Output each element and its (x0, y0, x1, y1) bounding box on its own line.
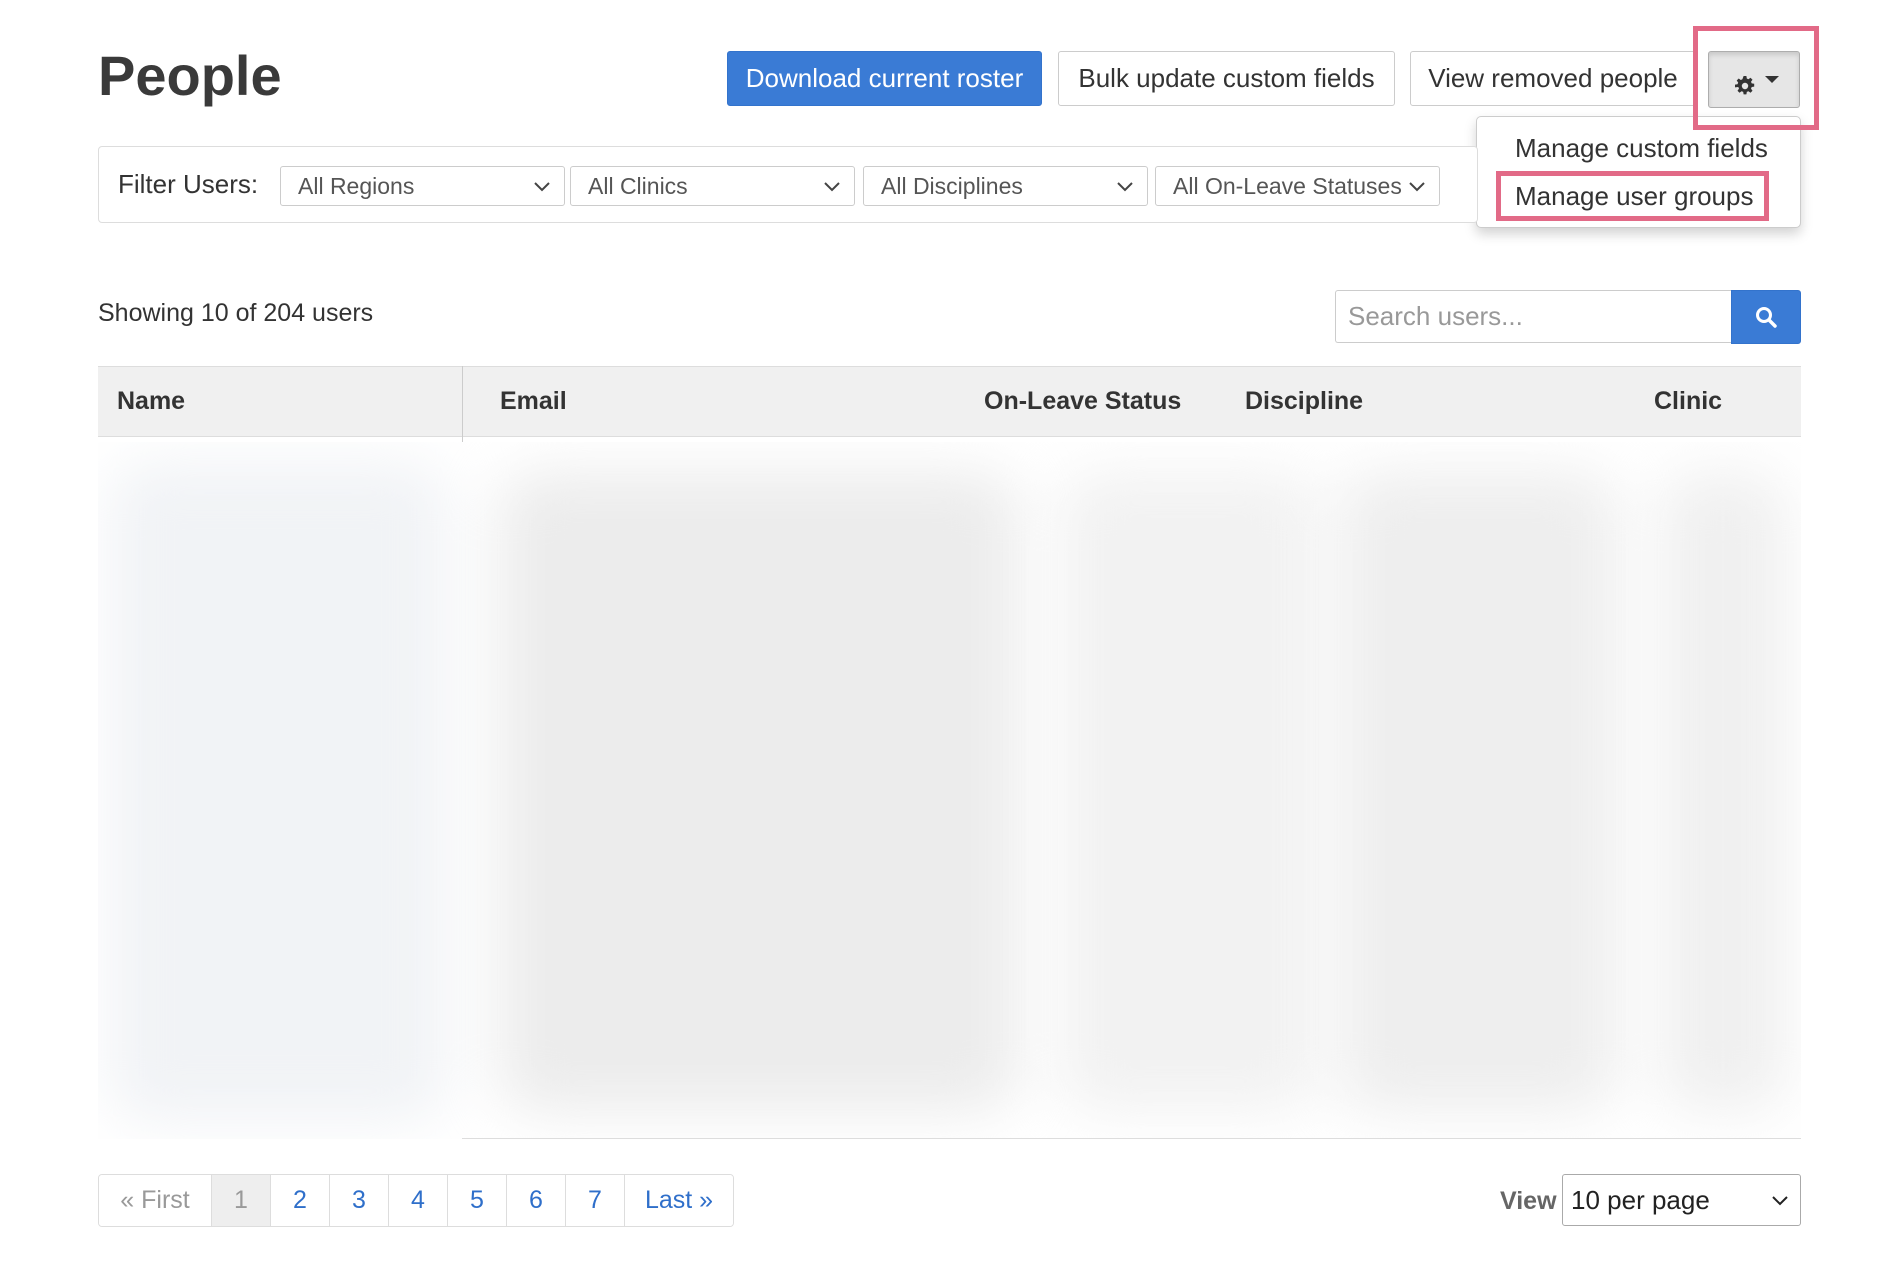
column-header-name[interactable]: Name (117, 367, 185, 436)
per-page-select[interactable]: 10 per page (1562, 1174, 1801, 1226)
discipline-select[interactable]: All Disciplines (863, 166, 1148, 206)
view-removed-button[interactable]: View removed people (1410, 51, 1696, 106)
results-count: Showing 10 of 204 users (98, 299, 374, 327)
pagination-page-4[interactable]: 4 (389, 1175, 448, 1226)
pagination-page-6[interactable]: 6 (507, 1175, 566, 1226)
pagination-page-2[interactable]: 2 (271, 1175, 330, 1226)
menu-item-manage-custom-fields[interactable]: Manage custom fields (1515, 131, 1768, 165)
filter-label: Filter Users: (118, 169, 259, 199)
settings-dropdown-menu: Manage custom fields Manage user groups (1476, 116, 1801, 228)
page-title: People (98, 44, 282, 107)
pagination-page-7[interactable]: 7 (566, 1175, 625, 1226)
leave-status-select[interactable]: All On-Leave Statuses (1155, 166, 1440, 206)
search-icon (1756, 307, 1777, 328)
column-header-clinic[interactable]: Clinic (1654, 367, 1722, 436)
chevron-down-icon (1117, 182, 1133, 192)
download-roster-button[interactable]: Download current roster (727, 51, 1042, 106)
clinic-select[interactable]: All Clinics (570, 166, 855, 206)
column-header-discipline[interactable]: Discipline (1245, 367, 1363, 436)
pagination-page-1[interactable]: 1 (212, 1175, 271, 1226)
pagination-first[interactable]: « First (99, 1175, 212, 1226)
pagination: « First 1 2 3 4 5 6 7 Last » (98, 1174, 734, 1227)
per-page-label: View (1500, 1187, 1557, 1215)
menu-item-manage-user-groups[interactable]: Manage user groups (1515, 179, 1753, 213)
chevron-down-icon (1409, 182, 1425, 192)
bulk-update-button[interactable]: Bulk update custom fields (1058, 51, 1395, 106)
chevron-down-icon (1772, 1196, 1788, 1206)
per-page-value: 10 per page (1571, 1185, 1710, 1215)
pagination-page-3[interactable]: 3 (330, 1175, 389, 1226)
blurred-content (498, 472, 1018, 1112)
region-select[interactable]: All Regions (280, 166, 565, 206)
users-table: Name Email On-Leave Status Discipline Cl… (98, 366, 1801, 1140)
pagination-last[interactable]: Last » (625, 1175, 733, 1226)
blurred-content (1338, 472, 1618, 1112)
region-select-value: All Regions (298, 173, 415, 199)
gear-icon (1735, 76, 1755, 95)
search-input[interactable]: Search users... (1335, 290, 1732, 343)
table-body-blurred (98, 442, 1801, 1139)
chevron-down-icon (824, 182, 840, 192)
column-header-email[interactable]: Email (500, 367, 567, 436)
blurred-content (108, 462, 448, 1122)
settings-dropdown-button[interactable] (1708, 51, 1800, 108)
blurred-content (1058, 472, 1318, 1112)
filter-panel: Filter Users: All Regions All Clinics Al… (98, 146, 1478, 223)
table-header: Name Email On-Leave Status Discipline Cl… (98, 366, 1801, 437)
discipline-select-value: All Disciplines (881, 173, 1023, 199)
pagination-page-5[interactable]: 5 (448, 1175, 507, 1226)
search-button[interactable] (1731, 290, 1801, 344)
table-bottom-border (462, 1138, 1801, 1139)
leave-status-select-value: All On-Leave Statuses (1173, 173, 1402, 199)
caret-down-icon (1765, 76, 1779, 83)
blurred-content (1658, 472, 1788, 1112)
column-divider (462, 366, 463, 442)
column-header-on-leave-status[interactable]: On-Leave Status (984, 367, 1181, 436)
chevron-down-icon (534, 182, 550, 192)
clinic-select-value: All Clinics (588, 173, 688, 199)
